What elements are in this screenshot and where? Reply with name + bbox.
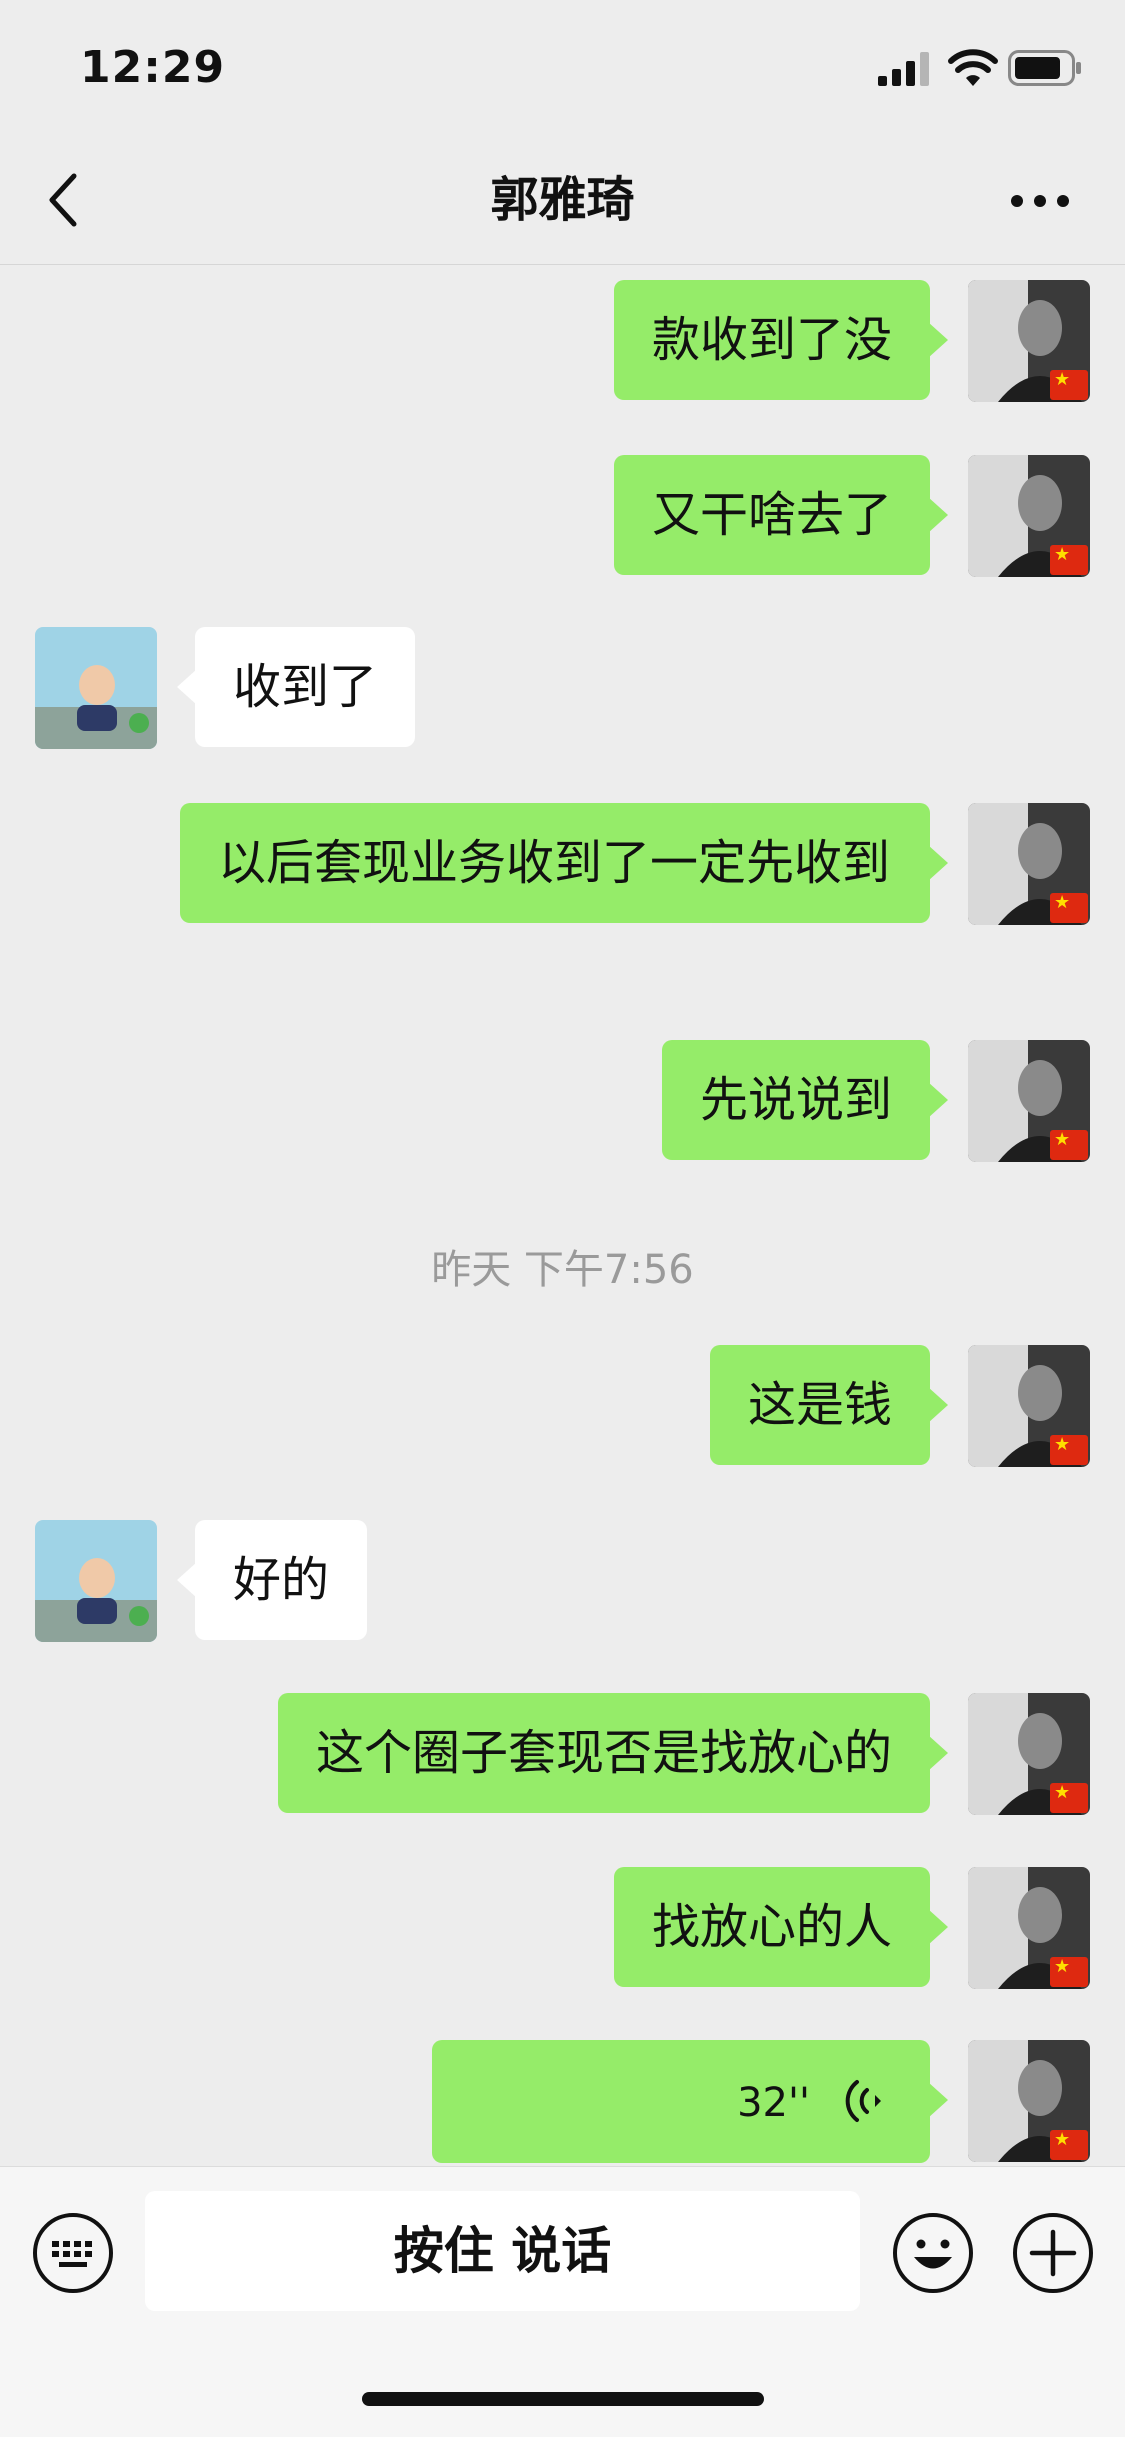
chat-title: 郭雅琦 [490,172,635,228]
baby-photo-icon [35,627,157,749]
keyboard-icon[interactable] [32,2212,114,2294]
message-bubble[interactable]: 以后套现业务收到了一定先收到 [180,803,948,923]
more-dots-icon[interactable] [1010,194,1070,208]
message-bubble[interactable]: 这是钱 [709,1345,949,1465]
hold-to-talk-button[interactable]: 按住 说话 [145,2191,860,2311]
voice-wave-icon [845,2080,881,2122]
voice-duration: 32'' [737,2080,810,2126]
flag-badge-icon [1050,1435,1088,1465]
message-bubble[interactable]: 先说说到 [661,1040,949,1160]
emoji-icon[interactable] [892,2212,974,2294]
message-bubble[interactable]: 这个圈子套现否是找放心的 [277,1693,949,1813]
timestamp-divider: 昨天 下午7:56 [431,1247,694,1293]
my-avatar[interactable] [968,1693,1090,1815]
message-list[interactable]: 款收到了没 又干啥去了 收到了 以后套现业务收到了一定先收到 [0,265,1125,2165]
my-avatar[interactable] [968,803,1090,925]
contact-avatar[interactable] [35,627,157,749]
my-avatar[interactable] [968,1345,1090,1467]
flag-badge-icon [1050,893,1088,923]
message-bubble[interactable]: 找放心的人 [613,1867,949,1987]
message-bubble[interactable]: 又干啥去了 [613,455,949,575]
my-avatar[interactable] [968,1040,1090,1162]
my-avatar[interactable] [968,455,1090,577]
contact-avatar[interactable] [35,1520,157,1642]
wifi-icon [948,49,998,86]
message-bubble[interactable]: 款收到了没 [613,280,949,400]
signal-icon [878,52,929,86]
chat-header: 郭雅琦 [0,140,1125,265]
flag-badge-icon [1050,1130,1088,1160]
status-time: 12:29 [80,42,226,93]
battery-icon [1008,50,1081,86]
my-avatar[interactable] [968,1867,1090,1989]
baby-photo-icon [35,1520,157,1642]
plus-icon[interactable] [1012,2212,1094,2294]
message-bubble[interactable]: 好的 [176,1520,368,1640]
flag-badge-icon [1050,545,1088,575]
message-bubble[interactable]: 收到了 [176,627,416,747]
flag-badge-icon [1050,2130,1088,2160]
flag-badge-icon [1050,1957,1088,1987]
my-avatar[interactable] [968,280,1090,402]
voice-message-bubble[interactable]: 32'' [432,2040,948,2163]
my-avatar[interactable] [968,2040,1090,2162]
flag-badge-icon [1050,370,1088,400]
home-indicator [362,2392,764,2406]
flag-badge-icon [1050,1783,1088,1813]
status-bar: 12:29 [0,0,1125,140]
